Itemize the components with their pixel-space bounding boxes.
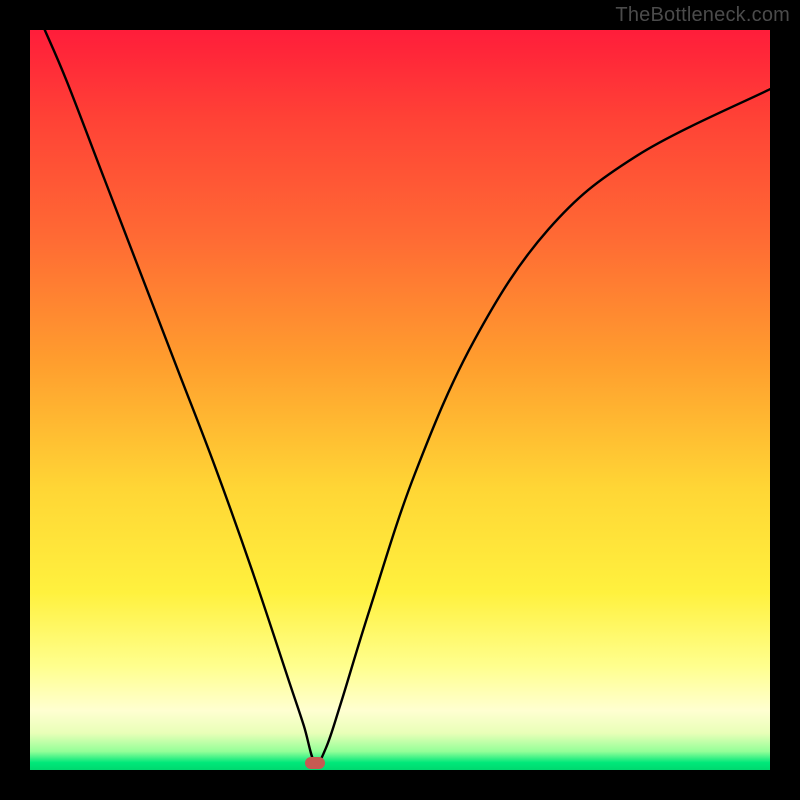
bottleneck-curve — [30, 30, 770, 770]
watermark-label: TheBottleneck.com — [615, 4, 790, 27]
minimum-marker — [305, 757, 325, 769]
plot-area — [30, 30, 770, 770]
chart-frame: TheBottleneck.com — [0, 0, 800, 800]
